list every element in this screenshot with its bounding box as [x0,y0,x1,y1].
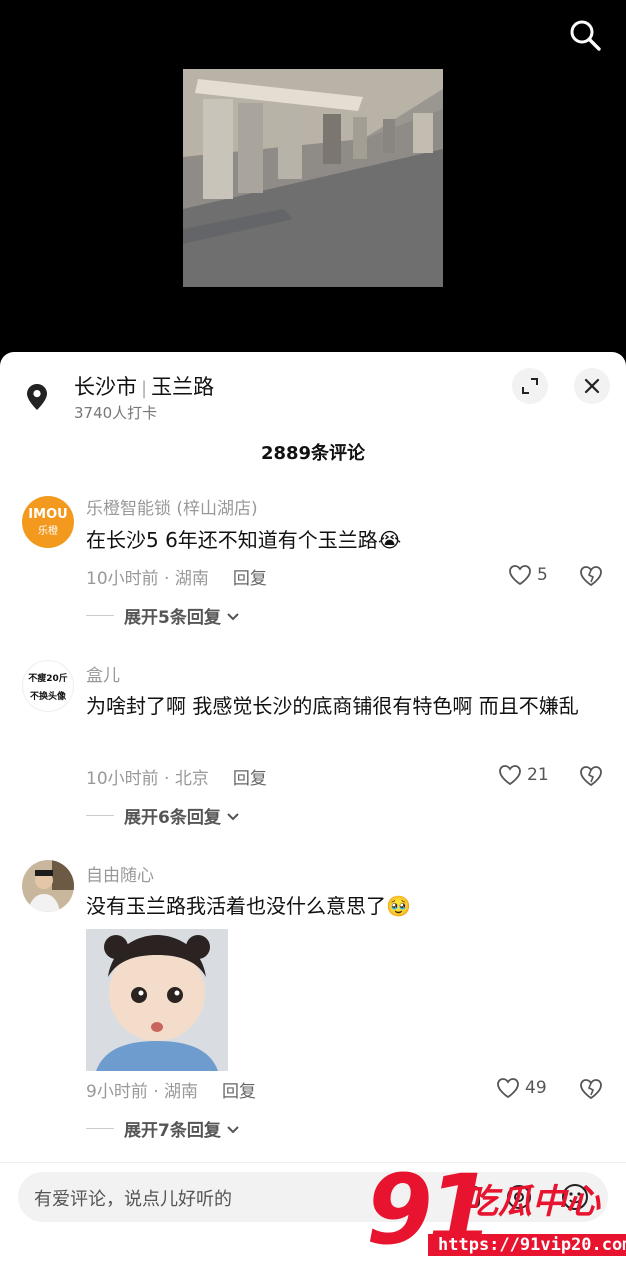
close-icon [584,378,600,394]
location-road: 玉兰路 [151,375,215,399]
expand-line [86,1128,114,1129]
comment-time: 10小时前 · 湖南 [86,569,209,589]
dislike-heart-icon[interactable] [578,562,604,588]
expand-replies[interactable]: 展开6条回复 [86,803,241,828]
location-city: 长沙市 [74,375,137,399]
dislike-heart-icon[interactable] [578,762,604,788]
location-separator: | [141,378,148,399]
comment-meta: 10小时前 · 湖南 回复 [86,564,267,589]
watermark-name: 吃瓜中心 [464,1182,600,1222]
checkin-count: 3740人打卡 [74,404,158,422]
comment-body: 在长沙5 6年还不知道有个玉兰路 [86,528,378,552]
comment-username[interactable]: 盒儿 [86,661,120,686]
like-count: 21 [527,765,549,785]
expand-replies-label: 展开5条回复 [124,608,221,628]
close-button[interactable] [574,368,610,404]
comment-username[interactable]: 乐橙智能锁 (梓山湖店) [86,494,258,519]
expand-replies-label: 展开7条回复 [124,1121,221,1141]
like-button[interactable]: 49 [496,1077,547,1099]
reply-button[interactable]: 回复 [222,1082,256,1102]
chevron-down-icon [227,1125,239,1133]
avatar[interactable]: IMOU 乐橙 [22,496,74,548]
comment-body: 没有玉兰路我活着也没什么意思了 [86,894,386,918]
avatar[interactable]: 不瘦20斤 不换头像 [22,660,74,712]
search-icon[interactable] [568,18,602,52]
reply-button[interactable]: 回复 [233,569,267,589]
chevron-down-icon [227,612,239,620]
chevron-down-icon [227,812,239,820]
comment-text: 没有玉兰路我活着也没什么意思了🥹 [86,890,596,922]
heart-icon [509,565,531,586]
comment-text: 在长沙5 6年还不知道有个玉兰路😭 [86,524,596,556]
expand-icon [522,378,538,394]
avatar-text-2: 不换头像 [29,692,66,702]
expand-line [86,815,114,816]
comment-username[interactable]: 自由随心 [86,861,154,886]
comment-meta: 10小时前 · 北京 回复 [86,764,267,789]
like-button[interactable]: 5 [508,564,548,586]
comment-count: 2889条评论 [260,443,366,464]
divider [0,1162,626,1163]
emoji-tearful: 🥹 [386,894,411,918]
avatar-photo [22,860,74,912]
comment-time: 9小时前 · 湖南 [86,1082,199,1102]
heart-icon [499,765,521,786]
video-thumbnail[interactable] [183,69,443,287]
avatar[interactable] [22,860,74,912]
watermark: 91 吃瓜中心 https://91vip20.com [366,1154,626,1266]
like-count: 5 [537,565,548,585]
expand-replies[interactable]: 展开5条回复 [86,603,241,628]
avatar-sub: 乐橙 [38,526,58,537]
expand-button[interactable] [512,368,548,404]
reply-button[interactable]: 回复 [233,769,267,789]
emoji-crying: 😭 [377,528,402,552]
comment-input-placeholder: 有爱评论，说点儿好听的 [34,1189,232,1210]
avatar-text-1: 不瘦20斤 [28,674,68,684]
avatar-logo: IMOU [28,507,68,522]
comment-time: 10小时前 · 北京 [86,769,209,789]
like-count: 49 [525,1078,547,1098]
comment-meta: 9小时前 · 湖南 回复 [86,1077,256,1102]
location-pin-icon [22,380,52,414]
like-button[interactable]: 21 [498,764,549,786]
dislike-heart-icon[interactable] [578,1075,604,1101]
expand-replies-label: 展开6条回复 [124,808,221,828]
comment-text: 为啥封了啊 我感觉长沙的底商铺很有特色啊 而且不嫌乱 [86,694,579,718]
comment-image-sticker[interactable] [86,929,228,1071]
watermark-url: https://91vip20.com [428,1234,626,1256]
heart-icon [497,1078,519,1099]
expand-replies[interactable]: 展开7条回复 [86,1116,241,1141]
location-title[interactable]: 长沙市 | 玉兰路 [74,371,214,401]
expand-line [86,615,114,616]
